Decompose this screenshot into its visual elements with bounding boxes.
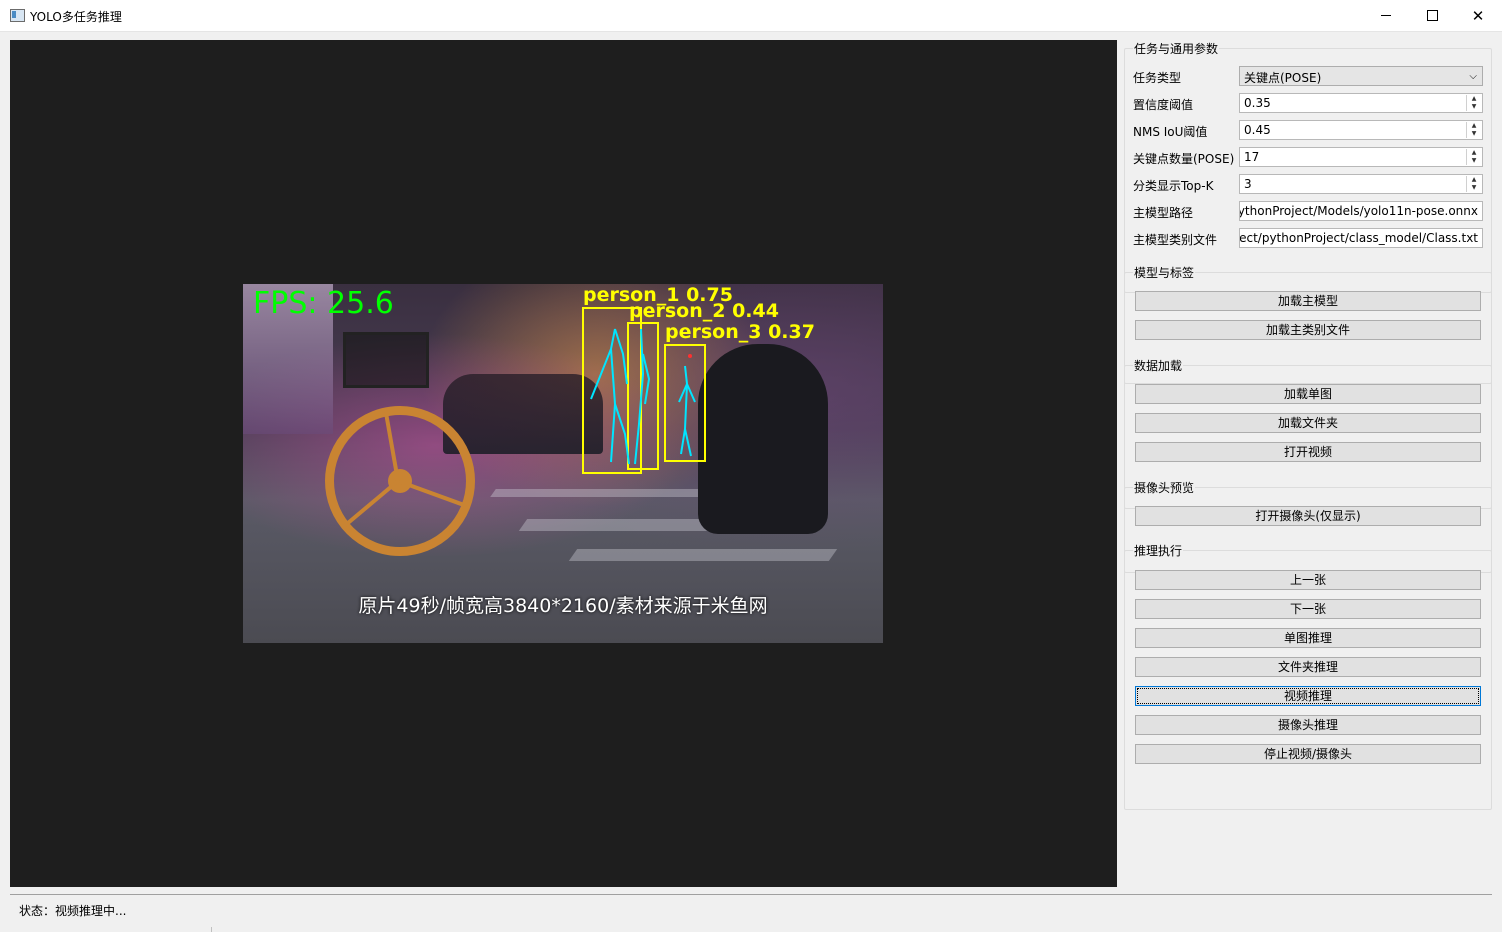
topk-spinbox[interactable]: 3 ▲ ▼ (1239, 174, 1483, 194)
task-type-value: 关键点(POSE) (1244, 71, 1322, 85)
kpts-value: 17 (1244, 150, 1260, 164)
open-video-button[interactable]: 打开视频 (1135, 442, 1481, 462)
class-file-value: oject/pythonProject/class_model/Class.tx… (1239, 231, 1478, 245)
params-group: 任务与通用参数 任务类型 关键点(POSE) ⌵ 置信度阈值 0.35 ▲ ▼ N… (1124, 40, 1492, 293)
topk-label: 分类显示Top-K (1133, 179, 1214, 193)
load-image-button[interactable]: 加载单图 (1135, 384, 1481, 404)
spin-up-icon[interactable]: ▲ (1467, 176, 1481, 184)
conf-label: 置信度阈值 (1133, 98, 1194, 112)
topk-value: 3 (1244, 177, 1252, 191)
control-panel: 任务与通用参数 任务类型 关键点(POSE) ⌵ 置信度阈值 0.35 ▲ ▼ N… (1124, 38, 1492, 888)
group-title: 推理执行 (1133, 542, 1184, 559)
single-infer-button[interactable]: 单图推理 (1135, 628, 1481, 648)
spin-down-icon[interactable]: ▼ (1467, 130, 1481, 138)
load-classes-button[interactable]: 加载主类别文件 (1135, 320, 1481, 340)
video-infer-button[interactable]: 视频推理 (1135, 686, 1481, 706)
model-path-value: ythonProject/Models/yolo11n-pose.onnx (1239, 204, 1478, 218)
close-icon: ✕ (1471, 6, 1485, 25)
maximize-button[interactable] (1409, 0, 1455, 31)
video-subtitle: 原片49秒/帧宽高3840*2160/素材来源于米鱼网 (358, 595, 768, 617)
next-button[interactable]: 下一张 (1135, 599, 1481, 619)
video-display: FPS: 25.6 person_1 0.75 person_2 0.44 pe… (10, 40, 1117, 887)
iou-value: 0.45 (1244, 123, 1271, 137)
model-path-label: 主模型路径 (1133, 206, 1194, 220)
open-camera-button[interactable]: 打开摄像头(仅显示) (1135, 506, 1481, 526)
status-text: 状态：视频推理中... (19, 904, 127, 918)
status-grip (211, 927, 212, 932)
spin-down-icon[interactable]: ▼ (1467, 103, 1481, 111)
iou-spinbox[interactable]: 0.45 ▲ ▼ (1239, 120, 1483, 140)
app-icon (10, 9, 25, 22)
spin-down-icon[interactable]: ▼ (1467, 157, 1481, 165)
stop-button[interactable]: 停止视频/摄像头 (1135, 744, 1481, 764)
spin-buttons[interactable]: ▲ ▼ (1466, 176, 1481, 192)
conf-spinbox[interactable]: 0.35 ▲ ▼ (1239, 93, 1483, 113)
group-title: 摄像头预览 (1133, 479, 1196, 496)
conf-value: 0.35 (1244, 96, 1271, 110)
window-title: YOLO多任务推理 (30, 10, 122, 24)
kpts-label: 关键点数量(POSE) (1133, 152, 1235, 166)
load-model-button[interactable]: 加载主模型 (1135, 291, 1481, 311)
close-button[interactable]: ✕ (1455, 0, 1501, 31)
model-path-input[interactable]: ythonProject/Models/yolo11n-pose.onnx (1239, 201, 1483, 221)
load-folder-button[interactable]: 加载文件夹 (1135, 413, 1481, 433)
chevron-down-icon: ⌵ (1469, 71, 1477, 82)
spin-up-icon[interactable]: ▲ (1467, 149, 1481, 157)
spin-buttons[interactable]: ▲ ▼ (1466, 149, 1481, 165)
kpts-spinbox[interactable]: 17 ▲ ▼ (1239, 147, 1483, 167)
iou-label: NMS IoU阈值 (1133, 125, 1208, 139)
group-title: 模型与标签 (1133, 264, 1196, 281)
minimize-button[interactable] (1363, 0, 1409, 31)
camera-infer-button[interactable]: 摄像头推理 (1135, 715, 1481, 735)
prev-button[interactable]: 上一张 (1135, 570, 1481, 590)
status-divider (10, 894, 1492, 895)
inference-group: 推理执行 上一张 下一张 单图推理 文件夹推理 视频推理 摄像头推理 停止视频/… (1124, 542, 1492, 810)
task-type-label: 任务类型 (1133, 71, 1182, 85)
video-frame: FPS: 25.6 person_1 0.75 person_2 0.44 pe… (243, 284, 883, 643)
group-title: 数据加载 (1133, 357, 1184, 374)
class-file-label: 主模型类别文件 (1133, 233, 1218, 247)
task-type-select[interactable]: 关键点(POSE) ⌵ (1239, 66, 1483, 86)
folder-infer-button[interactable]: 文件夹推理 (1135, 657, 1481, 677)
maximize-icon (1426, 10, 1438, 21)
pose-skeleton (590, 328, 696, 465)
spin-up-icon[interactable]: ▲ (1467, 122, 1481, 130)
spin-down-icon[interactable]: ▼ (1467, 184, 1481, 192)
spin-up-icon[interactable]: ▲ (1467, 95, 1481, 103)
class-file-input[interactable]: oject/pythonProject/class_model/Class.tx… (1239, 228, 1483, 248)
group-title: 任务与通用参数 (1133, 40, 1220, 57)
minimize-icon (1381, 15, 1391, 16)
spin-buttons[interactable]: ▲ ▼ (1466, 122, 1481, 138)
spin-buttons[interactable]: ▲ ▼ (1466, 95, 1481, 111)
title-bar: YOLO多任务推理 ✕ (0, 0, 1502, 32)
